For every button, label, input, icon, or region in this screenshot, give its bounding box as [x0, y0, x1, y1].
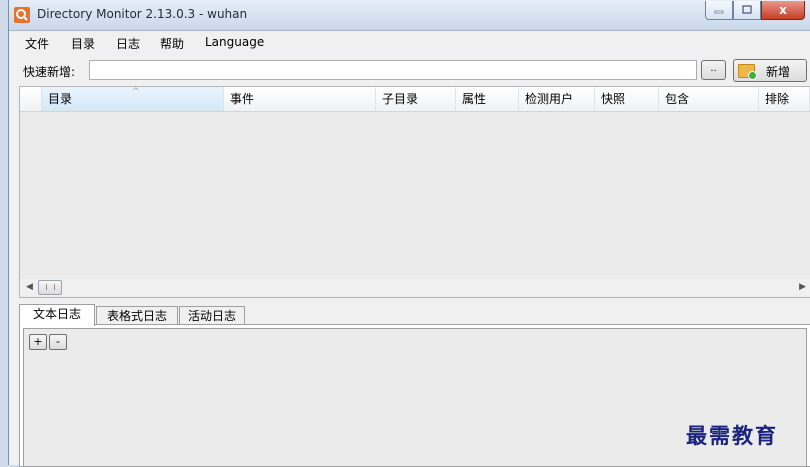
row-header-corner — [20, 87, 42, 111]
column-directory[interactable]: ^ 目录 — [42, 87, 224, 111]
menu-directory[interactable]: 目录 — [71, 35, 95, 52]
tab-activity-log[interactable]: 活动日志 — [179, 306, 245, 325]
directory-grid[interactable]: ^ 目录 事件 子目录 属性 检测用户 快照 包含 排除 ◀ ▶ — [19, 86, 810, 298]
column-attributes[interactable]: 属性 — [456, 87, 519, 111]
column-include[interactable]: 包含 — [659, 87, 759, 111]
browse-button[interactable]: .. — [701, 60, 726, 80]
menu-help[interactable]: 帮助 — [160, 35, 184, 52]
minimize-icon — [714, 10, 724, 14]
close-icon: x — [779, 3, 787, 17]
add-button-label: 新增 — [766, 65, 791, 79]
column-label: 目录 — [48, 92, 73, 106]
column-subdirectory[interactable]: 子目录 — [376, 87, 456, 111]
menu-bar: 文件 目录 日志 帮助 Language — [9, 31, 810, 53]
horizontal-scrollbar[interactable]: ◀ ▶ — [20, 279, 810, 296]
window-title: Directory Monitor 2.13.0.3 - wuhan — [37, 7, 248, 21]
quick-add-label: 快速新增: — [23, 65, 76, 79]
watermark-text: 最需教育 — [686, 423, 778, 448]
quick-add-bar: 快速新增: .. 新增 — [9, 56, 810, 84]
column-detect-user[interactable]: 检测用户 — [519, 87, 595, 111]
caption-buttons: x — [705, 1, 805, 20]
title-bar[interactable]: Directory Monitor 2.13.0.3 - wuhan x — [9, 0, 810, 31]
tab-text-log[interactable]: 文本日志 — [19, 304, 95, 326]
menu-language[interactable]: Language — [205, 35, 264, 49]
minimize-button[interactable] — [705, 1, 733, 20]
column-exclude[interactable]: 排除 — [759, 87, 810, 111]
maximize-icon — [742, 5, 752, 14]
app-icon[interactable] — [14, 7, 30, 23]
sort-ascending-icon: ^ — [132, 87, 140, 97]
quick-add-input[interactable] — [89, 60, 697, 80]
app-window: Directory Monitor 2.13.0.3 - wuhan x 文件 … — [8, 0, 810, 467]
column-event[interactable]: 事件 — [224, 87, 376, 111]
folder-add-icon — [738, 64, 757, 80]
maximize-button[interactable] — [733, 1, 761, 20]
scroll-right-icon[interactable]: ▶ — [799, 282, 806, 292]
tab-table-log[interactable]: 表格式日志 — [96, 306, 178, 325]
add-button[interactable]: 新增 — [733, 59, 807, 82]
grid-header: ^ 目录 事件 子目录 属性 检测用户 快照 包含 排除 — [20, 87, 810, 112]
scroll-thumb[interactable] — [38, 280, 62, 295]
menu-file[interactable]: 文件 — [25, 35, 49, 52]
column-snapshot[interactable]: 快照 — [595, 87, 659, 111]
expand-button[interactable]: + — [29, 334, 47, 350]
close-button[interactable]: x — [761, 1, 805, 20]
collapse-button[interactable]: - — [49, 334, 67, 350]
menu-log[interactable]: 日志 — [116, 35, 140, 52]
scroll-left-icon[interactable]: ◀ — [26, 282, 33, 292]
